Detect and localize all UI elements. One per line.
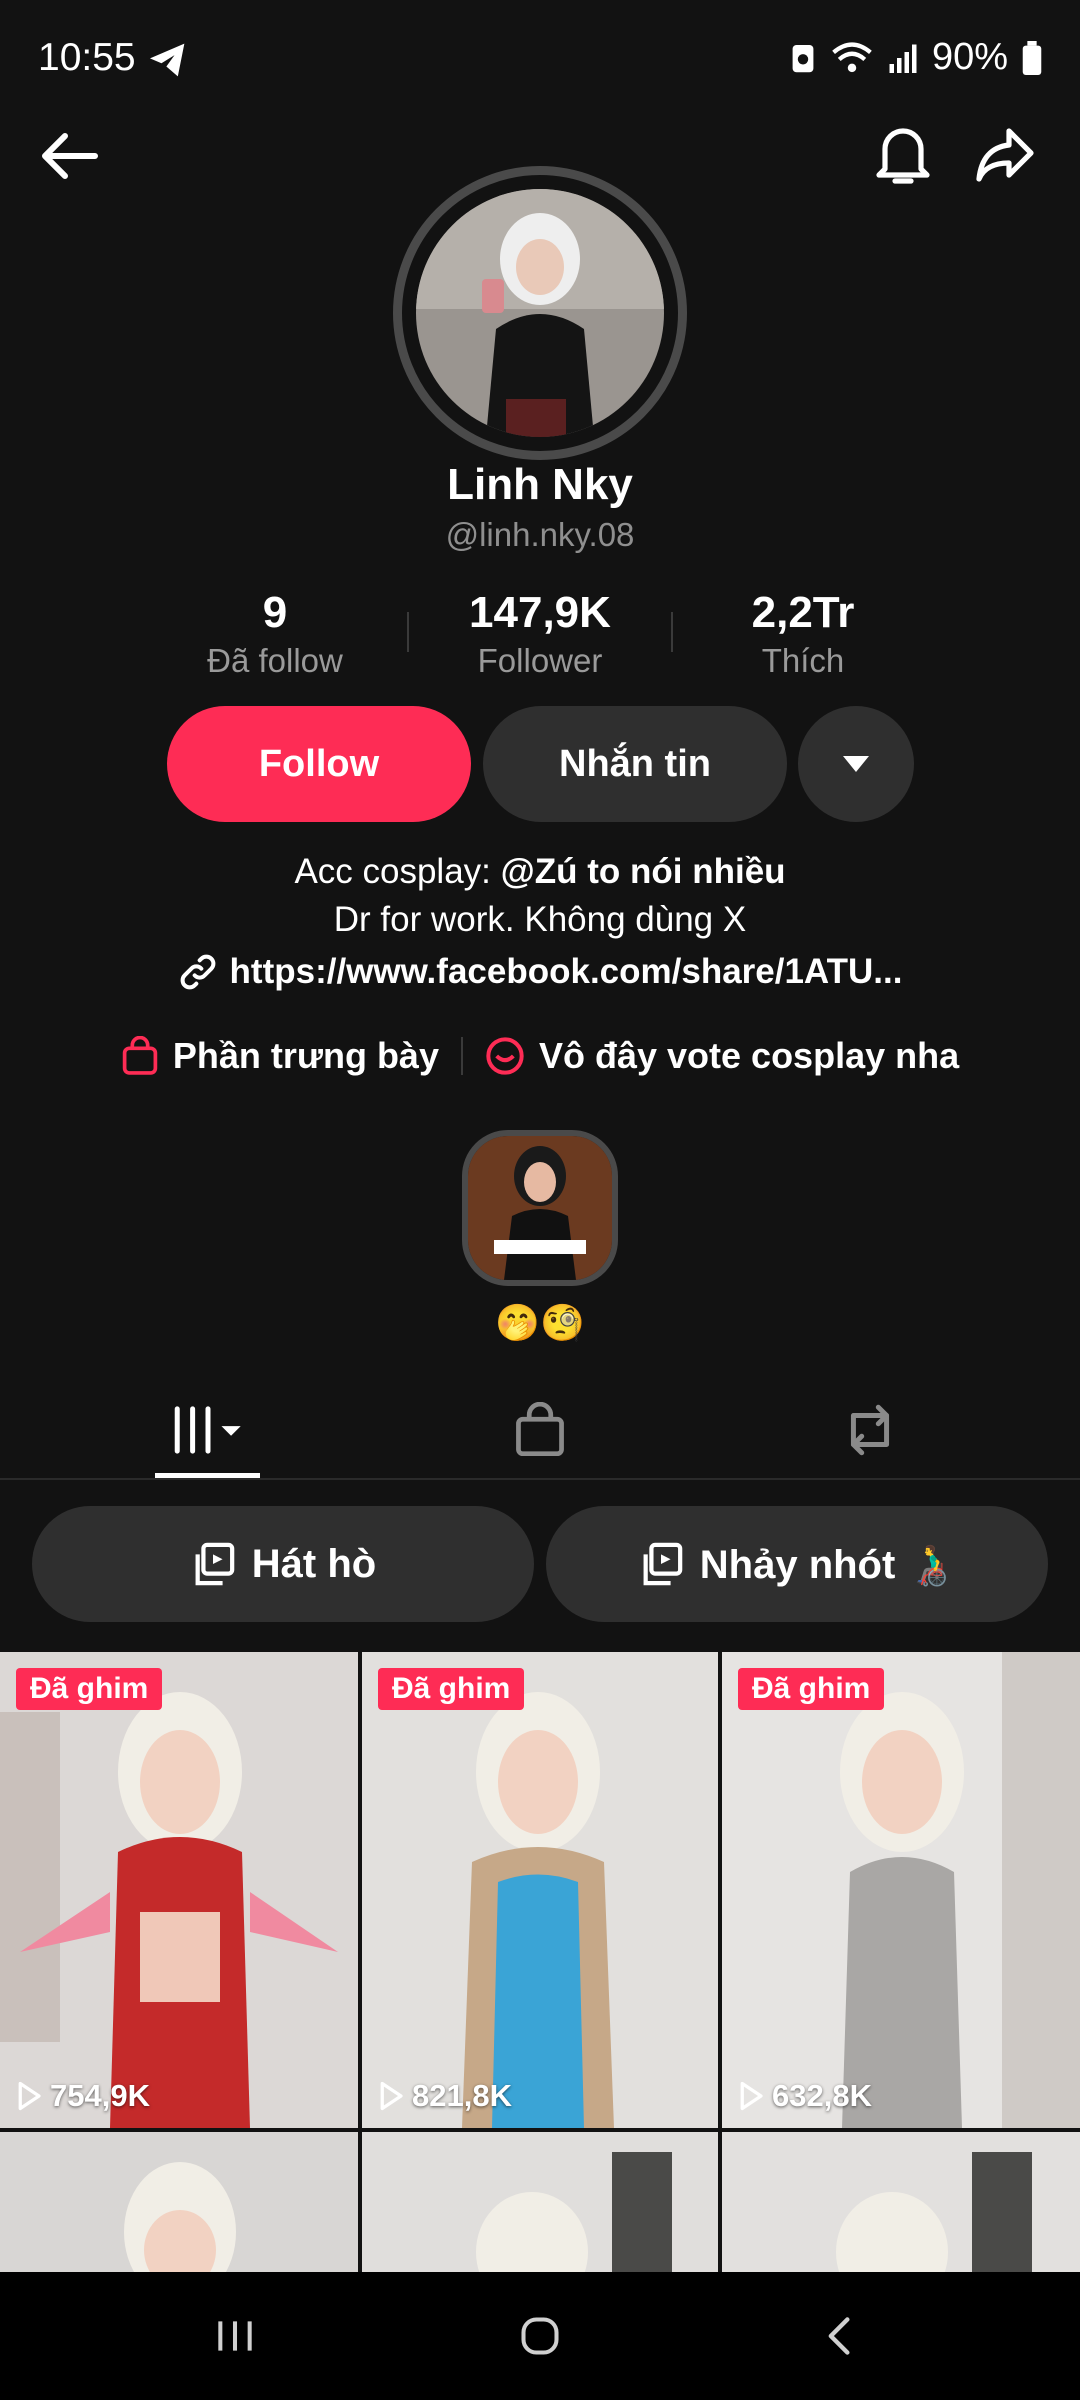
video-thumbnail [722, 2132, 1080, 2272]
stat-following[interactable]: 9 Đã follow [155, 588, 395, 680]
vote-chip[interactable]: Vô đây vote cosplay nha [485, 1035, 959, 1077]
bell-icon [876, 128, 930, 184]
video-thumbnail [722, 1652, 1080, 2128]
stat-divider [407, 612, 409, 652]
caret-down-icon [843, 756, 869, 772]
share-button[interactable] [970, 120, 1040, 190]
status-icons: 90% [790, 36, 1042, 79]
back-button[interactable] [34, 126, 104, 186]
home-button[interactable] [500, 2296, 580, 2376]
video-thumbnail [362, 1652, 718, 2128]
stat-likes-label: Thích [761, 642, 845, 679]
bio-mention-link[interactable]: @Zú to nói nhiều [501, 852, 786, 891]
chat-bubble-icon [486, 1037, 524, 1075]
shopping-bag-icon [122, 1036, 158, 1075]
battery-percent: 90% [931, 36, 1008, 78]
video-tile[interactable]: Đã ghim 821,8K [362, 1652, 718, 2128]
highlight-title: 🤭🧐 [495, 1302, 585, 1343]
avatar-photo [416, 189, 664, 437]
signal-icon [889, 44, 917, 73]
system-back-button[interactable] [800, 2296, 880, 2376]
view-count: 754,9K [16, 2078, 150, 2114]
video-thumbnail [0, 2132, 358, 2272]
follow-button[interactable]: Follow [167, 706, 471, 822]
video-tile[interactable] [362, 2132, 718, 2272]
view-count-text: 754,9K [50, 2078, 150, 2113]
chevron-left-icon [828, 2317, 850, 2355]
bio-prefix: Acc cosplay: [294, 852, 501, 891]
content-tabs [0, 1380, 1080, 1480]
bag-icon [516, 1402, 564, 1457]
recent-apps-icon [218, 2321, 252, 2351]
showcase-chip-label: Phần trưng bày [172, 1035, 439, 1076]
battery-saver-icon [792, 44, 814, 72]
playlist-icon [643, 1542, 683, 1586]
view-count: 632,8K [738, 2078, 872, 2114]
bio-link[interactable]: https://www.facebook.com/share/1ATU... [0, 952, 1080, 992]
share-icon [976, 128, 1034, 182]
playlist-label: Hát hò [251, 1541, 377, 1586]
grid-icon [174, 1406, 241, 1454]
active-tab-indicator [155, 1473, 260, 1478]
tab-videos[interactable] [150, 1390, 265, 1470]
showcase-chip[interactable]: Phần trưng bày [121, 1035, 439, 1077]
message-button[interactable]: Nhắn tin [483, 706, 787, 822]
recent-apps-button[interactable] [195, 2296, 275, 2376]
more-options-button[interactable] [798, 706, 914, 822]
wifi-icon [832, 41, 872, 72]
view-count: 821,8K [378, 2078, 512, 2114]
stat-following-value: 9 [262, 588, 288, 637]
video-thumbnail [362, 2132, 718, 2272]
pinned-badge: Đã ghim [16, 1668, 163, 1710]
video-thumbnail [0, 1652, 358, 2128]
bio-link-text: https://www.facebook.com/share/1ATU... [229, 952, 903, 991]
play-icon [380, 2081, 403, 2111]
video-tile[interactable] [722, 2132, 1080, 2272]
bio-line-2: Dr for work. Không dùng X [333, 900, 747, 939]
notification-button[interactable] [868, 120, 938, 190]
stat-followers[interactable]: 147,9K Follower [420, 588, 660, 680]
bio-line-1: Acc cosplay: @Zú to nói nhiều [0, 852, 1080, 892]
profile-chips: Phần trưng bày Vô đây vote cosplay nha [0, 1035, 1080, 1077]
stat-following-label: Đã follow [207, 642, 343, 679]
system-nav-bar [0, 2272, 1080, 2400]
status-time: 10:55 [38, 36, 136, 79]
vote-chip-label: Vô đây vote cosplay nha [538, 1035, 960, 1076]
telegram-icon [150, 43, 185, 77]
video-tile[interactable]: Đã ghim 754,9K [0, 1652, 358, 2128]
chip-divider [460, 1037, 463, 1075]
video-tile[interactable]: Đã ghim 632,8K [722, 1652, 1080, 2128]
playlist-icon [195, 1542, 235, 1586]
stat-likes[interactable]: 2,2Tr Thích [683, 588, 923, 680]
play-icon [18, 2081, 41, 2111]
profile-handle: @linh.nky.08 [445, 516, 635, 553]
pinned-badge: Đã ghim [378, 1668, 525, 1710]
story-highlight[interactable] [462, 1130, 618, 1286]
back-arrow-icon [42, 133, 98, 179]
pinned-badge: Đã ghim [738, 1668, 885, 1710]
view-count-text: 632,8K [772, 2078, 872, 2113]
profile-avatar[interactable] [393, 166, 687, 460]
video-grid: Đã ghim 754,9K Đã ghim 821,8K Đã ghim 63… [0, 1652, 1080, 2272]
playlist-nhay-nhot[interactable]: Nhảy nhót 👨‍🦽 [546, 1506, 1048, 1622]
profile-name: Linh Nky [447, 460, 633, 509]
playlist-hat-ho[interactable]: Hát hò [32, 1506, 534, 1622]
stat-followers-label: Follower [477, 642, 603, 679]
home-icon [521, 2317, 559, 2355]
stat-divider [671, 612, 673, 652]
tab-shop[interactable] [500, 1390, 580, 1470]
view-count-text: 821,8K [412, 2078, 512, 2113]
repost-icon [850, 1404, 890, 1456]
playlist-label: Nhảy nhót 👨‍🦽 [699, 1542, 957, 1587]
tab-reposts[interactable] [830, 1390, 910, 1470]
stat-likes-value: 2,2Tr [751, 588, 855, 637]
link-icon [180, 954, 215, 990]
stat-followers-value: 147,9K [469, 588, 611, 637]
battery-icon [1022, 40, 1042, 75]
video-tile[interactable] [0, 2132, 358, 2272]
play-icon [740, 2081, 763, 2111]
highlight-thumbnail [468, 1136, 612, 1280]
